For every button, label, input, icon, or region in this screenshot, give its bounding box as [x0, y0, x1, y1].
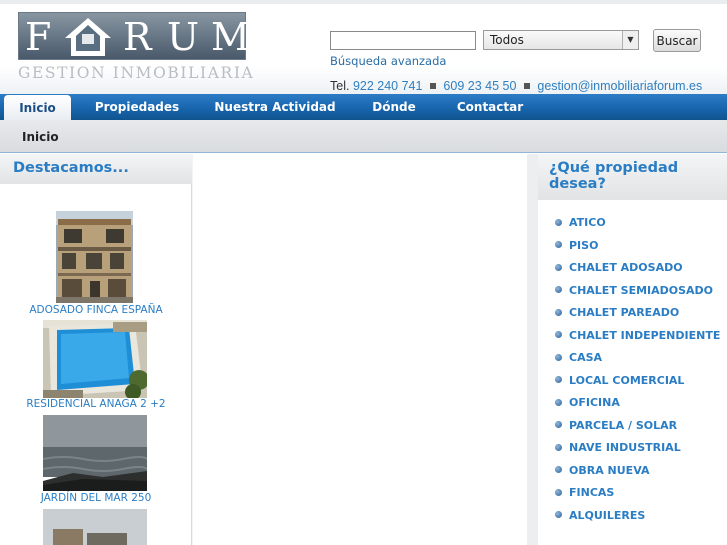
property-type-casa[interactable]: CASA — [555, 351, 602, 364]
header-topline — [0, 0, 727, 4]
property-type-piso[interactable]: PISO — [555, 239, 598, 252]
content-area: Destacamos... ADOSADO FINCA ESPAÑA RESID… — [0, 154, 727, 545]
bullet-icon — [555, 376, 562, 383]
bullet-icon — [555, 511, 562, 518]
search-input[interactable] — [330, 31, 476, 50]
breadcrumb: Inicio — [0, 120, 727, 153]
phone-1[interactable]: 922 240 741 — [353, 79, 423, 93]
property-type-fincas[interactable]: FINCAS — [555, 486, 614, 499]
tab-propiedades[interactable]: Propiedades — [88, 94, 186, 120]
bullet-icon — [555, 263, 562, 271]
property-types-header: ¿Qué propiedad desea? — [538, 154, 727, 200]
select-value: Todos — [490, 33, 524, 47]
email-link[interactable]: gestion@inmobiliariaforum.es — [537, 79, 702, 93]
property-type-atico[interactable]: ATICO — [555, 216, 606, 229]
property-type-chalet-semiadosado[interactable]: CHALET SEMIADOSADO — [555, 284, 713, 297]
property-type-local-comercial[interactable]: LOCAL COMERCIAL — [555, 374, 684, 387]
tab-donde[interactable]: Dónde — [362, 94, 426, 120]
property-type-chalet-pareado[interactable]: CHALET PAREADO — [555, 306, 679, 319]
column-divider — [527, 154, 538, 545]
property-type-label: PISO — [569, 238, 599, 252]
bullet-icon — [555, 286, 562, 293]
property-type-nave-industrial[interactable]: NAVE INDUSTRIAL — [555, 441, 681, 454]
featured-image-pool[interactable] — [43, 320, 147, 398]
property-type-parcela-solar[interactable]: PARCELA / SOLAR — [555, 419, 677, 432]
logo-letter-f: F — [25, 15, 52, 59]
property-type-label: CHALET SEMIADOSADO — [569, 283, 714, 297]
featured-label-3[interactable]: JARDÍN DEL MAR 250 — [0, 492, 192, 504]
property-type-label: CHALET INDEPENDIENTE — [569, 328, 721, 342]
bullet-icon — [555, 443, 562, 451]
separator-square-icon — [523, 83, 530, 90]
featured-label-2[interactable]: RESIDENCIAL ANAGA 2 +2 — [0, 398, 192, 410]
logo-letter-u: U — [167, 15, 200, 59]
property-types-sidebar: ¿Qué propiedad desea? ATICO PISO CHALET AD… — [538, 154, 727, 545]
property-type-label: OFICINA — [569, 396, 620, 409]
bullet-icon — [555, 488, 562, 496]
featured-image-4[interactable] — [43, 509, 147, 545]
bullet-icon — [555, 466, 562, 473]
featured-title: Destacamos... — [13, 160, 129, 176]
contact-line: Tel. 922 240 741 609 23 45 50 gestion@in… — [330, 79, 702, 93]
logo-wordmark: F R U M — [18, 12, 250, 60]
bullet-icon — [555, 421, 562, 428]
logo-letter-m: M — [211, 15, 250, 59]
property-type-oficina[interactable]: OFICINA — [555, 396, 620, 409]
property-type-label: ALQUILERES — [569, 508, 646, 522]
tab-inicio[interactable]: Inicio — [4, 95, 71, 121]
featured-image-adosado[interactable] — [56, 211, 133, 303]
property-type-label: FINCAS — [569, 486, 615, 499]
property-type-alquileres[interactable]: ALQUILERES — [555, 509, 645, 522]
bullet-icon — [555, 398, 562, 406]
property-type-label: CASA — [569, 351, 603, 364]
property-type-label: ATICO — [569, 216, 606, 229]
site-logo[interactable]: F R U M GESTION INMOBILIARIA — [18, 12, 255, 87]
advanced-search-link[interactable]: Búsqueda avanzada — [330, 54, 446, 68]
property-type-label: OBRA NUEVA — [569, 463, 650, 477]
main-nav: Inicio Propiedades Nuestra Actividad Dón… — [0, 94, 727, 121]
property-type-chalet-adosado[interactable]: CHALET ADOSADO — [555, 261, 683, 274]
property-type-label: CHALET ADOSADO — [569, 261, 683, 274]
house-icon — [65, 18, 111, 56]
property-types-title: ¿Qué propiedad desea? — [549, 160, 679, 192]
bullet-icon — [555, 218, 562, 226]
search-button[interactable]: Buscar — [653, 29, 701, 52]
logo-subtitle: GESTION INMOBILIARIA — [18, 64, 255, 82]
phone-2[interactable]: 609 23 45 50 — [443, 79, 516, 93]
bullet-icon — [555, 331, 562, 338]
featured-sidebar: Destacamos... ADOSADO FINCA ESPAÑA RESID… — [0, 154, 192, 545]
breadcrumb-current: Inicio — [22, 130, 59, 144]
property-type-label: LOCAL COMERCIAL — [569, 373, 685, 387]
site-header: F R U M GESTION INMOBILIARIA Todos ▼ Bus… — [0, 0, 727, 94]
separator-square-icon — [429, 83, 436, 90]
featured-header: Destacamos... — [0, 154, 192, 184]
featured-label-1[interactable]: ADOSADO FINCA ESPAÑA — [0, 304, 192, 316]
property-type-chalet-independiente[interactable]: CHALET INDEPENDIENTE — [555, 329, 720, 342]
phone-prefix: Tel. — [330, 79, 350, 93]
bullet-icon — [555, 241, 562, 248]
bullet-icon — [555, 353, 562, 361]
property-type-label: PARCELA / SOLAR — [569, 418, 678, 432]
bullet-icon — [555, 308, 562, 316]
property-type-label: CHALET PAREADO — [569, 306, 680, 319]
tab-contactar[interactable]: Contactar — [449, 94, 531, 120]
tab-nuestra-actividad[interactable]: Nuestra Actividad — [208, 94, 342, 120]
main-content — [193, 154, 538, 545]
property-type-select[interactable]: Todos ▼ — [483, 30, 639, 50]
property-type-label: NAVE INDUSTRIAL — [569, 441, 681, 454]
logo-letter-r: R — [123, 15, 152, 59]
featured-image-sea[interactable] — [43, 415, 147, 491]
chevron-down-icon[interactable]: ▼ — [622, 31, 638, 49]
property-type-obra-nueva[interactable]: OBRA NUEVA — [555, 464, 649, 477]
